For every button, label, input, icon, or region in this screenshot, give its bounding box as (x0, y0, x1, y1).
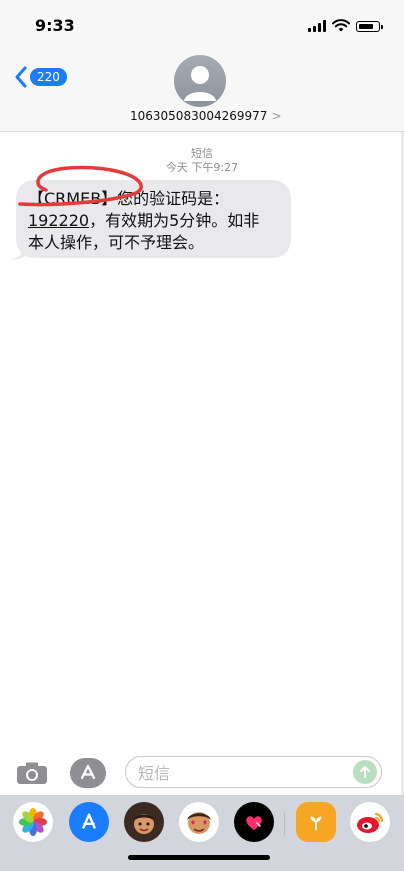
contact-name-button[interactable]: 106305083004269977 > (130, 109, 282, 123)
memoji-hearts-icon[interactable] (179, 802, 219, 842)
chevron-right-icon: > (271, 109, 282, 123)
message-line-2-rest: ，有效期为5分钟。如非 (89, 211, 260, 230)
incoming-message-bubble[interactable]: 【CRMEB】您的验证码是： 192220，有效期为5分钟。如非 本人操作，可不… (16, 180, 291, 258)
chevron-left-icon (15, 66, 27, 88)
camera-icon[interactable] (16, 761, 48, 785)
message-line-2: 192220，有效期为5分钟。如非 (28, 210, 279, 232)
photos-icon[interactable] (13, 802, 53, 842)
memoji-icon[interactable] (124, 802, 164, 842)
digital-touch-heart-icon[interactable] (234, 802, 274, 842)
send-button[interactable] (353, 760, 377, 784)
cellular-signal-icon (308, 20, 326, 32)
otp-code-link[interactable]: 192220 (28, 211, 89, 230)
contact-avatar[interactable] (174, 55, 226, 107)
message-line-1: 【CRMEB】您的验证码是： (28, 189, 230, 208)
app-drawer-icons (0, 802, 404, 842)
message-line-3: 本人操作，可不予理会。 (28, 233, 205, 252)
drawer-divider (284, 812, 285, 836)
apps-button[interactable] (70, 758, 106, 788)
composer-row (0, 750, 404, 794)
status-time: 9:33 (35, 16, 75, 35)
back-button[interactable]: 220 (14, 66, 67, 88)
wifi-icon (332, 19, 350, 32)
weibo-icon[interactable] (350, 802, 390, 842)
message-input-wrapper (125, 756, 382, 788)
arrow-up-icon (360, 766, 370, 778)
app-store-icon[interactable] (69, 802, 109, 842)
home-indicator[interactable] (128, 855, 270, 860)
message-timestamp: 今天 下午9:27 (165, 161, 239, 174)
contact-name: 106305083004269977 (130, 109, 268, 123)
message-input[interactable] (138, 763, 338, 783)
app-drawer (0, 795, 404, 871)
plant-app-icon[interactable] (296, 802, 336, 842)
battery-icon (356, 20, 383, 32)
conversation-header: 9:33 220 106305083004269977 > (0, 0, 404, 132)
unread-count-badge: 220 (30, 68, 67, 86)
app-store-glyph-icon (80, 764, 96, 780)
status-icons (308, 19, 383, 33)
person-silhouette-icon (184, 66, 216, 101)
